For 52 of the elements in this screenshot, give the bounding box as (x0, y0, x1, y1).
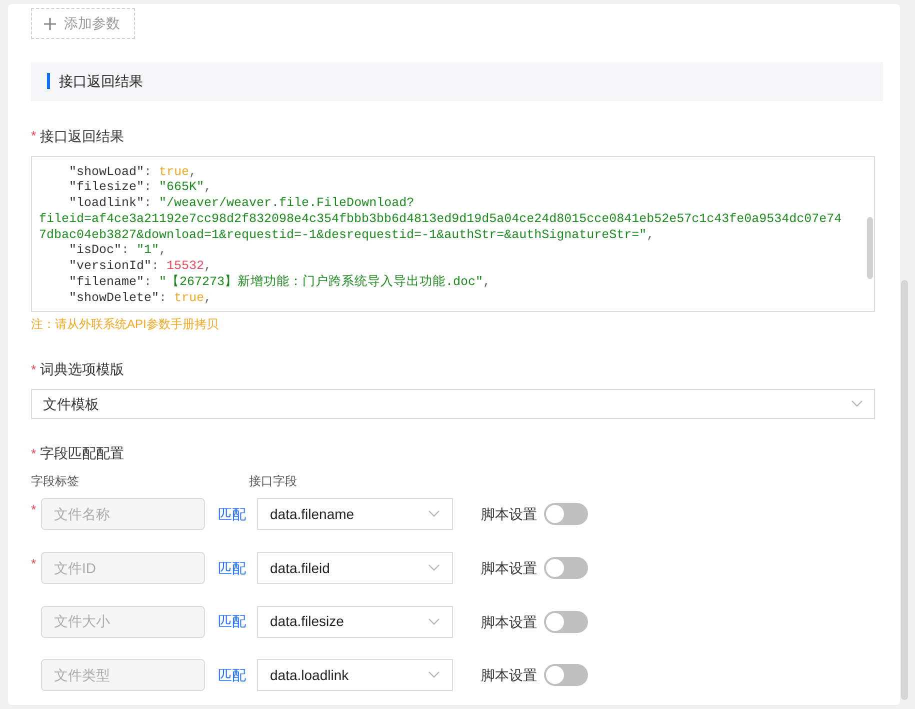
required-mark: * (31, 445, 36, 464)
code-line: "showLoad": true, (68, 164, 198, 180)
script-setting-label: 脚本设置 (481, 505, 537, 524)
code-line: "showDelete": true, (68, 290, 213, 307)
column-header: 接口字段 (249, 473, 297, 490)
code-line: "loadlink": "/weaver/weaver.file.FileDownload? (68, 196, 416, 212)
template-select[interactable]: 文件模板 (31, 388, 875, 420)
code-line: "isDoc": "1", (68, 243, 168, 260)
code-line: "filename": "【267273】新增功能：门户跨系统导入导出功能.doc", (68, 275, 492, 291)
chevron-down-icon (428, 618, 440, 626)
code-line: "versionId": 15532, (68, 259, 213, 274)
script-toggle[interactable] (544, 557, 588, 580)
interface-field-select[interactable]: data.loadlink (257, 659, 453, 692)
chevron-down-icon (428, 510, 440, 518)
code-line: fileid=af4ce3a21192e7cc98d2f832098e4c354fbbb3bb6d4813ed9d19d5a04ce24d8015cce0841eb52e57c1c43fe0a9534dc07e74 (39, 212, 843, 228)
interface-field-select[interactable]: data.filesize (257, 606, 453, 638)
field-label: 接口返回结果 (40, 126, 124, 146)
page-scrollbar-thumb[interactable] (901, 280, 908, 700)
interface-field-select[interactable]: data.fileid (257, 552, 453, 584)
match-link[interactable]: 匹配 (218, 498, 246, 530)
required-mark: * (31, 556, 36, 572)
code-editor[interactable] (31, 156, 875, 312)
script-toggle[interactable] (544, 664, 588, 686)
accent-bar (47, 73, 50, 90)
label-field: 文件名称 (41, 498, 205, 530)
column-header: 字段标签 (31, 473, 80, 490)
hint-note: 注：请从外联系统API参数手册拷贝 (31, 316, 220, 333)
code-line: 7dbac04eb3827&download=1&requestid=-1&desrequestid=-1&authStr=&authSignatureStr=", (39, 228, 656, 244)
chevron-down-icon (428, 564, 440, 572)
interface-field-select[interactable]: data.filename (257, 498, 453, 530)
label-field: 文件大小 (41, 606, 205, 638)
script-setting-label: 脚本设置 (481, 559, 537, 578)
script-toggle[interactable] (544, 610, 588, 633)
match-link[interactable]: 匹配 (218, 659, 246, 692)
field-label: 词典选项模版 (40, 360, 124, 379)
field-label: 字段匹配配置 (40, 444, 124, 464)
script-setting-label: 脚本设置 (481, 612, 537, 632)
chevron-down-icon (428, 671, 440, 680)
scrollbar-thumb[interactable] (867, 216, 873, 278)
required-mark: * (31, 502, 36, 518)
chevron-down-icon (851, 400, 863, 408)
label-field: 文件ID (41, 552, 205, 584)
match-link[interactable]: 匹配 (218, 606, 246, 638)
plus-icon (44, 18, 56, 30)
section-title: 接口返回结果 (59, 72, 143, 91)
label-field: 文件类型 (41, 659, 205, 692)
required-mark: * (31, 360, 36, 379)
required-mark: * (31, 127, 36, 146)
script-setting-label: 脚本设置 (481, 666, 537, 686)
match-link[interactable]: 匹配 (218, 552, 246, 584)
script-toggle[interactable] (544, 503, 588, 526)
code-line: "filesize": "665K", (68, 180, 213, 196)
